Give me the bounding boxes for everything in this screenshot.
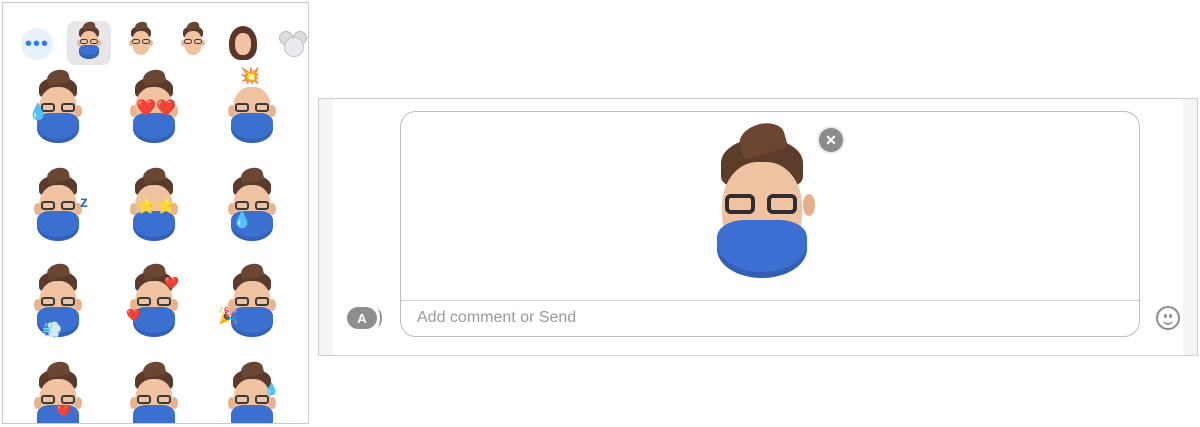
sticker-sleeping[interactable]: z [23, 173, 93, 253]
tab-mouse[interactable] [271, 21, 308, 65]
message-compose-area: A ✕ [318, 98, 1198, 356]
sticker-nervous-sweat[interactable]: 💧 [217, 367, 287, 423]
memoji-party-sticker: 🎉 [218, 269, 282, 341]
memoji-kiss-sticker: ❤️ [28, 367, 88, 423]
app-store-button[interactable]: A [347, 307, 382, 329]
memoji-sweat-sticker: 💧 [222, 173, 282, 245]
remove-sticker-button[interactable]: ✕ [817, 126, 845, 154]
memoji-wink-sticker [707, 128, 817, 278]
sticker-category-bar: ••• [3, 3, 308, 78]
memoji-heart-eyes-sticker: ❤️ ❤️ [124, 75, 184, 147]
sticker-party[interactable]: 🎉 [217, 269, 287, 349]
tab-memoji-woman[interactable] [221, 21, 265, 65]
sticker-love[interactable]: ❤️ ❤️ [119, 269, 189, 349]
more-options-button[interactable]: ••• [21, 28, 53, 60]
tab-memoji-man[interactable] [119, 21, 163, 65]
memoji-nervous-sweat-sticker: 💧 [222, 367, 282, 423]
message-field: ✕ [400, 111, 1140, 337]
tab-memoji-man-alt[interactable] [171, 21, 215, 65]
sticker-huffing[interactable]: 💨 [23, 269, 93, 349]
memoji-sleeping-sticker: z [28, 173, 88, 245]
memoji-masked-icon [74, 25, 104, 61]
sticker-grid: 💧 ❤️ ❤️ 💥 z ⭐ ⭐ 💧 💨 ❤️ ❤️ 🎉 ❤️ 💧 [3, 69, 308, 423]
emoji-button[interactable] [1156, 306, 1180, 330]
attached-sticker[interactable] [707, 128, 817, 278]
memoji-swearing-sticker [124, 367, 184, 423]
sticker-picker: ••• 💧 ❤️ ❤️ 💥 z ⭐ ⭐ 💧 💨 ❤️ ❤️ 🎉 ❤️ 💧 [2, 2, 309, 424]
mouse-icon [279, 29, 307, 57]
comment-input[interactable] [401, 301, 1139, 335]
memoji-woman-icon [228, 26, 258, 60]
sticker-crying[interactable]: 💧 [23, 75, 93, 155]
memoji-crying-sticker: 💧 [28, 75, 88, 147]
memoji-mind-blown-sticker: 💥 [222, 69, 282, 147]
memoji-star-struck-sticker: ⭐ ⭐ [124, 173, 184, 245]
tab-memoji-masked[interactable] [67, 21, 111, 65]
memoji-huffing-sticker: 💨 [28, 269, 88, 341]
sticker-swearing[interactable] [119, 367, 189, 423]
memoji-love-sticker: ❤️ ❤️ [124, 269, 184, 341]
sticker-heart-eyes[interactable]: ❤️ ❤️ [119, 75, 189, 155]
compose-background: A ✕ [333, 99, 1183, 355]
more-icon: ••• [24, 33, 49, 55]
sticker-kiss[interactable]: ❤️ [23, 367, 93, 423]
close-icon: ✕ [825, 132, 837, 148]
sticker-mind-blown[interactable]: 💥 [217, 69, 287, 155]
sticker-sweat[interactable]: 💧 [217, 173, 287, 253]
app-store-icon: A [357, 310, 367, 326]
memoji-man-icon [126, 25, 156, 61]
sticker-star-struck[interactable]: ⭐ ⭐ [119, 173, 189, 253]
memoji-man-alt-icon [178, 25, 208, 61]
